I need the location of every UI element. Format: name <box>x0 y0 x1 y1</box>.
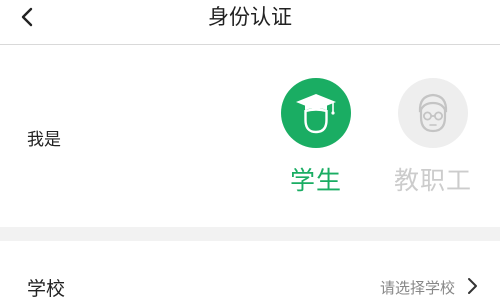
faculty-person-icon <box>418 93 448 133</box>
nav-bar: 身份认证 <box>0 0 500 45</box>
role-selector: 我是 学生 教职工 <box>0 45 500 227</box>
role-label: 我是 <box>27 130 61 150</box>
role-option-staff-label: 教职工 <box>393 166 472 195</box>
section-divider <box>0 227 500 241</box>
school-select-row[interactable]: 学校 请选择学校 <box>0 241 500 300</box>
role-option-staff[interactable]: 教职工 <box>388 78 478 198</box>
school-placeholder: 请选择学校 <box>379 279 455 297</box>
graduation-cap-icon <box>296 94 336 134</box>
role-option-student-label: 学生 <box>289 166 342 195</box>
student-avatar <box>281 78 351 148</box>
staff-avatar <box>398 78 468 148</box>
school-label: 学校 <box>27 278 66 300</box>
chevron-right-icon <box>468 278 477 294</box>
page-title: 身份认证 <box>208 5 292 29</box>
role-option-student[interactable]: 学生 <box>271 78 361 198</box>
